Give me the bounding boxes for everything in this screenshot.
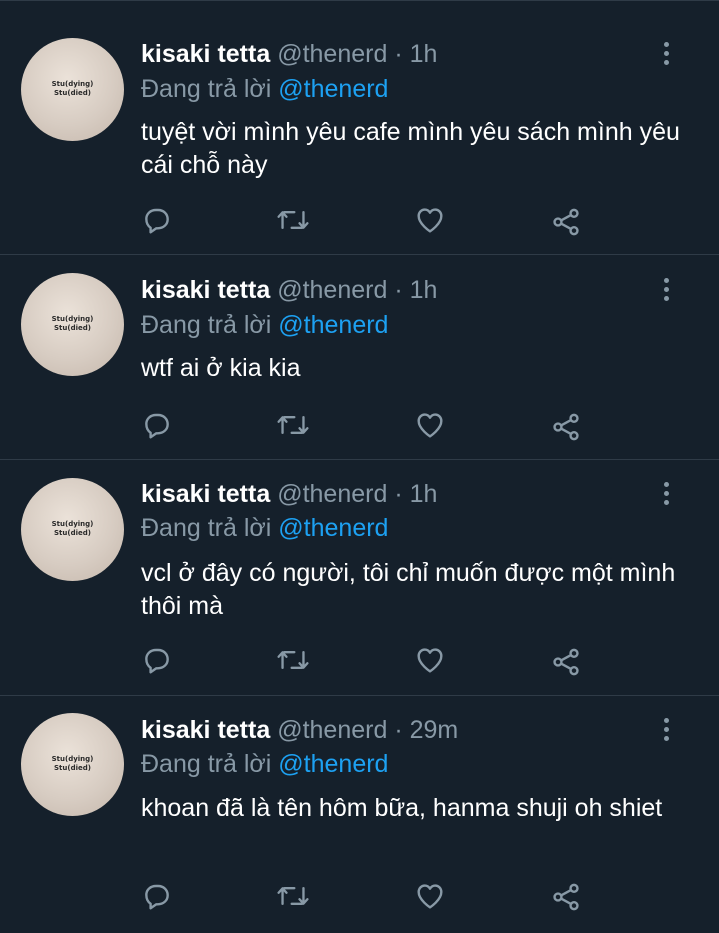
timestamp[interactable]: 1h — [410, 40, 438, 68]
more-vertical-icon[interactable] — [657, 718, 675, 746]
mention-link[interactable]: @thenerd — [278, 311, 388, 339]
tweet-text: wtf ai ở kia kia — [141, 354, 301, 382]
reply-button[interactable] — [139, 407, 175, 443]
share-button[interactable] — [548, 644, 584, 680]
reply-button[interactable] — [139, 642, 175, 678]
display-name[interactable]: kisaki tetta — [141, 40, 270, 68]
retweet-button[interactable] — [275, 407, 311, 443]
avatar-shirt-print: Stu(dying) Stu(died) — [51, 755, 94, 772]
separator-dot: · — [394, 480, 403, 508]
reply-icon — [145, 648, 169, 674]
tweet-text: vcl ở đây có người, tôi chỉ muốn được mộ… — [141, 559, 676, 620]
reply-icon — [145, 208, 169, 234]
top-divider — [0, 0, 719, 1]
like-button[interactable] — [412, 642, 448, 678]
timestamp[interactable]: 29m — [410, 716, 459, 744]
more-vertical-icon[interactable] — [657, 278, 675, 306]
more-vertical-icon[interactable] — [657, 482, 675, 510]
retweet-button[interactable] — [275, 878, 311, 914]
separator-dot: · — [394, 276, 403, 304]
reply-button[interactable] — [139, 878, 175, 914]
display-name[interactable]: kisaki tetta — [141, 480, 270, 508]
tweet[interactable]: Stu(dying) Stu(died) kisaki tetta @thene… — [0, 460, 719, 696]
retweet-icon — [277, 650, 309, 670]
timestamp[interactable]: 1h — [410, 276, 438, 304]
mention-link[interactable]: @thenerd — [278, 75, 388, 103]
avatar[interactable]: Stu(dying) Stu(died) — [21, 713, 124, 816]
retweet-icon — [277, 210, 309, 230]
avatar[interactable]: Stu(dying) Stu(died) — [21, 478, 124, 581]
share-icon — [553, 208, 579, 236]
display-name[interactable]: kisaki tetta — [141, 716, 270, 744]
replying-to-label: Đang trả lời — [141, 311, 272, 339]
like-button[interactable] — [412, 407, 448, 443]
user-handle[interactable]: @thenerd — [277, 480, 387, 508]
replying-to-label: Đang trả lời — [141, 514, 272, 542]
share-icon — [553, 413, 579, 441]
user-handle[interactable]: @thenerd — [277, 276, 387, 304]
share-icon — [553, 883, 579, 911]
replying-to: Đang trả lời @thenerd — [141, 512, 388, 544]
display-name[interactable]: kisaki tetta — [141, 276, 270, 304]
heart-icon — [417, 648, 443, 673]
heart-icon — [417, 413, 443, 438]
tweet-text: tuyệt vời mình yêu cafe mình yêu sách mì… — [141, 118, 680, 179]
tweet-header: kisaki tetta @thenerd · 29m — [141, 714, 458, 746]
tweet[interactable]: Stu(dying) Stu(died) kisaki tetta @thene… — [0, 8, 719, 255]
share-button[interactable] — [548, 409, 584, 445]
retweet-button[interactable] — [275, 202, 311, 238]
share-button[interactable] — [548, 879, 584, 915]
share-button[interactable] — [548, 204, 584, 240]
tweet[interactable]: Stu(dying) Stu(died) kisaki tetta @thene… — [0, 696, 719, 933]
share-icon — [553, 648, 579, 676]
heart-icon — [417, 208, 443, 233]
tweet-header: kisaki tetta @thenerd · 1h — [141, 478, 437, 510]
reply-icon — [145, 884, 169, 910]
retweet-icon — [277, 415, 309, 435]
mention-link[interactable]: @thenerd — [278, 750, 388, 778]
replying-to: Đang trả lời @thenerd — [141, 309, 388, 341]
tweet-text: khoan đã là tên hôm bữa, hanma shuji oh … — [141, 794, 663, 822]
avatar[interactable]: Stu(dying) Stu(died) — [21, 38, 124, 141]
tweet-header: kisaki tetta @thenerd · 1h — [141, 38, 437, 70]
like-button[interactable] — [412, 878, 448, 914]
avatar-shirt-print: Stu(dying) Stu(died) — [51, 80, 94, 97]
more-vertical-icon[interactable] — [657, 42, 675, 70]
mention-link[interactable]: @thenerd — [278, 514, 388, 542]
replying-to-label: Đang trả lời — [141, 750, 272, 778]
retweet-button[interactable] — [275, 642, 311, 678]
replying-to: Đang trả lời @thenerd — [141, 748, 388, 780]
avatar[interactable]: Stu(dying) Stu(died) — [21, 273, 124, 376]
like-button[interactable] — [412, 202, 448, 238]
separator-dot: · — [394, 40, 403, 68]
reply-icon — [145, 413, 169, 439]
avatar-shirt-print: Stu(dying) Stu(died) — [51, 520, 94, 537]
tweet-header: kisaki tetta @thenerd · 1h — [141, 274, 437, 306]
replying-to-label: Đang trả lời — [141, 75, 272, 103]
user-handle[interactable]: @thenerd — [277, 40, 387, 68]
replying-to: Đang trả lời @thenerd — [141, 73, 388, 105]
tweet[interactable]: Stu(dying) Stu(died) kisaki tetta @thene… — [0, 255, 719, 460]
avatar-shirt-print: Stu(dying) Stu(died) — [51, 315, 94, 332]
timestamp[interactable]: 1h — [410, 480, 438, 508]
separator-dot: · — [394, 716, 403, 744]
retweet-icon — [277, 886, 309, 906]
user-handle[interactable]: @thenerd — [277, 716, 387, 744]
reply-button[interactable] — [139, 202, 175, 238]
heart-icon — [417, 884, 443, 909]
